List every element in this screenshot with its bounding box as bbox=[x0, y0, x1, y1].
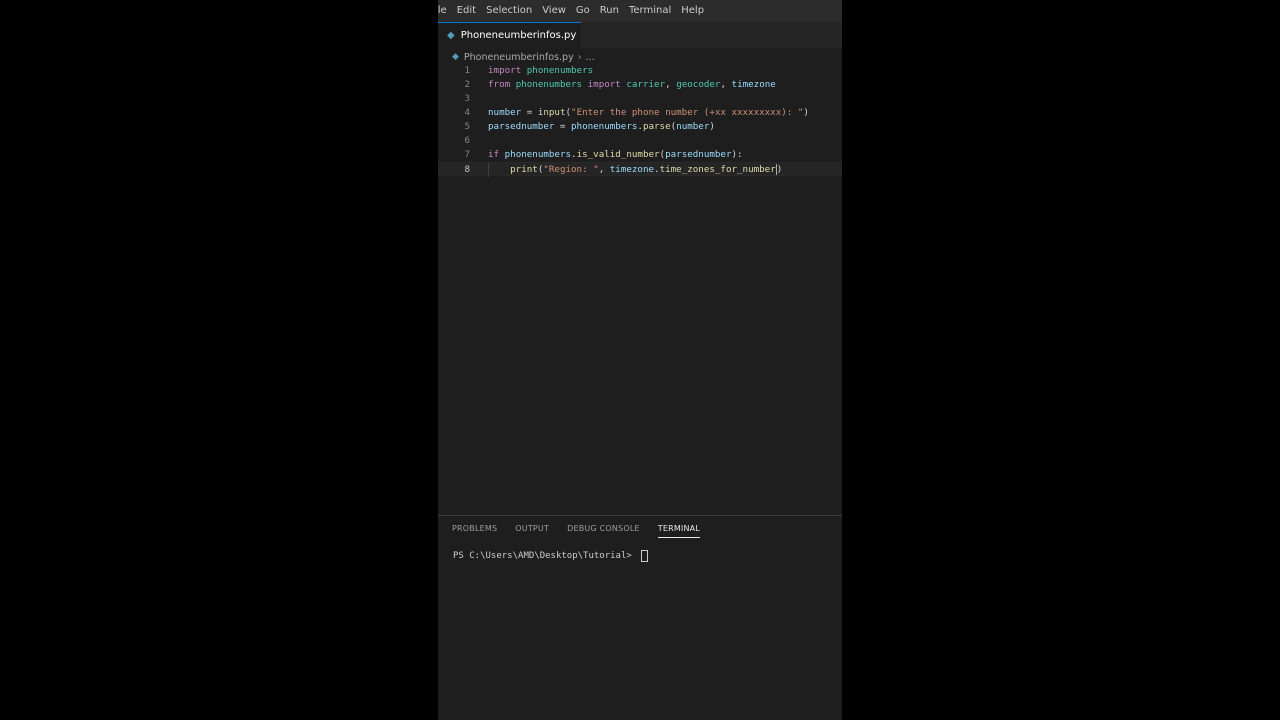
vscode-window: ile Edit Selection View Go Run Terminal … bbox=[438, 0, 842, 720]
terminal-cursor bbox=[641, 550, 649, 562]
panel-tabs: PROBLEMS OUTPUT DEBUG CONSOLE TERMINAL bbox=[452, 524, 718, 538]
tab-filename: Phoneneumberinfos.py bbox=[460, 30, 577, 41]
menu-bar: ile Edit Selection View Go Run Terminal … bbox=[438, 0, 842, 22]
code-line[interactable]: 2 from phonenumbers import carrier, geoco… bbox=[438, 78, 842, 92]
code-line[interactable]: 5 parsednumber = phonenumbers.parse(numbe… bbox=[438, 120, 842, 134]
code-text: import phonenumbers bbox=[488, 65, 594, 76]
line-number: 8 bbox=[464, 164, 470, 175]
python-file-icon: ◆ bbox=[447, 30, 455, 41]
breadcrumb-more[interactable]: ... bbox=[586, 52, 595, 63]
menu-run[interactable]: Run bbox=[595, 0, 624, 22]
code-text: parsednumber = phonenumbers.parse(number… bbox=[488, 121, 715, 132]
code-text: if phonenumbers.is_valid_number(parsednu… bbox=[488, 149, 743, 160]
editor-tab-active[interactable]: ◆ Phoneneumberinfos.py bbox=[438, 22, 581, 48]
line-number: 6 bbox=[464, 135, 470, 146]
breadcrumb-file[interactable]: Phoneneumberinfos.py bbox=[464, 52, 574, 63]
menu-view[interactable]: View bbox=[537, 0, 571, 22]
line-number: 5 bbox=[464, 121, 470, 132]
python-file-icon: ◆ bbox=[452, 52, 459, 62]
code-line[interactable]: 8 print("Region: ", timezone.time_zones_… bbox=[438, 162, 842, 177]
code-line[interactable]: 3 bbox=[438, 92, 842, 106]
line-number: 1 bbox=[464, 65, 470, 76]
line-number: 7 bbox=[464, 149, 470, 160]
code-editor[interactable]: 1 import phonenumbers 2 from phonenumbers i… bbox=[438, 64, 842, 510]
tab-output[interactable]: OUTPUT bbox=[515, 524, 549, 538]
code-text: print("Region: ", timezone.time_zones_fo… bbox=[510, 164, 783, 175]
line-number: 2 bbox=[464, 79, 470, 90]
code-line[interactable]: 1 import phonenumbers bbox=[438, 64, 842, 78]
code-text: from phonenumbers import carrier, geocod… bbox=[488, 79, 776, 90]
terminal[interactable]: PS C:\Users\AMD\Desktop\Tutorial> bbox=[453, 550, 649, 562]
menu-help[interactable]: Help bbox=[676, 0, 709, 22]
chevron-right-icon: › bbox=[577, 51, 582, 63]
menu-file[interactable]: ile bbox=[438, 0, 452, 22]
menu-edit[interactable]: Edit bbox=[452, 0, 481, 22]
line-number: 3 bbox=[464, 93, 470, 104]
editor-tab-bar: ◆ Phoneneumberinfos.py bbox=[438, 22, 842, 48]
menu-selection[interactable]: Selection bbox=[481, 0, 537, 22]
tab-debug-console[interactable]: DEBUG CONSOLE bbox=[567, 524, 640, 538]
bottom-panel: PROBLEMS OUTPUT DEBUG CONSOLE TERMINAL P… bbox=[438, 515, 842, 720]
tab-terminal[interactable]: TERMINAL bbox=[657, 524, 701, 538]
code-line[interactable]: 7 if phonenumbers.is_valid_number(parsedn… bbox=[438, 148, 842, 162]
code-line[interactable]: 6 bbox=[438, 134, 842, 148]
code-text: number = input("Enter the phone number (… bbox=[488, 107, 809, 118]
line-number: 4 bbox=[464, 107, 470, 118]
tab-problems[interactable]: PROBLEMS bbox=[452, 524, 497, 538]
code-line[interactable]: 4 number = input("Enter the phone number … bbox=[438, 106, 842, 120]
menu-go[interactable]: Go bbox=[571, 0, 595, 22]
terminal-prompt: PS C:\Users\AMD\Desktop\Tutorial> bbox=[453, 551, 638, 561]
menu-terminal[interactable]: Terminal bbox=[624, 0, 676, 22]
